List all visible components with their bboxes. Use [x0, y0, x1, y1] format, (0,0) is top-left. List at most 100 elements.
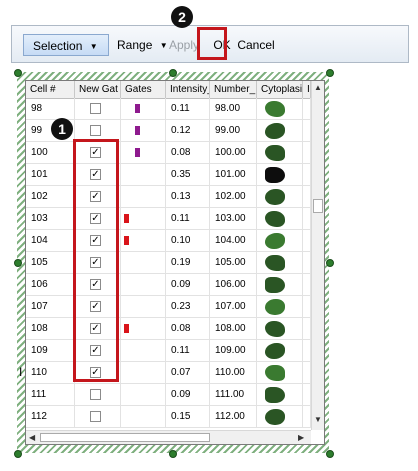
range-label: Range [117, 38, 153, 52]
cytoplasm-thumbnail-cell [257, 318, 303, 339]
table-row[interactable]: 106 ✓ 0.09 106.00 [26, 274, 311, 296]
table-row[interactable]: 109 ✓ 0.11 109.00 [26, 340, 311, 362]
selection-dropdown-button[interactable]: Selection ▼ [23, 34, 109, 56]
scroll-down-icon[interactable]: ▼ [314, 415, 322, 424]
range-dropdown-button[interactable]: Range ▼ [108, 34, 168, 56]
cell-image-thumbnail [265, 299, 285, 315]
new-gate-checkbox[interactable] [90, 411, 101, 422]
resize-handle-left[interactable] [14, 259, 22, 267]
cytoplasm-thumbnail-cell [257, 340, 303, 361]
gates-cell [121, 362, 166, 383]
gates-cell [121, 406, 166, 427]
extra-cell [303, 120, 311, 141]
cytoplasm-thumbnail-cell [257, 208, 303, 229]
extra-cell [303, 98, 311, 119]
scroll-left-icon[interactable]: ◀ [29, 433, 35, 442]
cell-image-thumbnail [265, 387, 285, 403]
intensity-value: 0.23 [166, 296, 210, 317]
number-value: 111.00 [210, 384, 257, 405]
ok-highlight-box [197, 27, 227, 60]
cell-image-thumbnail [265, 277, 285, 293]
gates-cell [121, 252, 166, 273]
new-gate-column-highlight-box [73, 139, 119, 382]
number-value: 112.00 [210, 406, 257, 427]
column-header-cytoplasm[interactable]: Cytoplasi [257, 81, 303, 98]
intensity-value: 0.09 [166, 274, 210, 295]
table-row[interactable]: 100 ✓ 0.08 100.00 [26, 142, 311, 164]
cell-image-thumbnail [265, 211, 285, 227]
intensity-value: 0.19 [166, 252, 210, 273]
intensity-value: 0.35 [166, 164, 210, 185]
new-gate-cell [75, 98, 121, 119]
resize-handle-bottom-left[interactable] [14, 450, 22, 458]
column-header-number[interactable]: Number_ [210, 81, 257, 98]
resize-handle-top-right[interactable] [326, 69, 334, 77]
table-row[interactable]: 111 0.09 111.00 [26, 384, 311, 406]
new-gate-checkbox[interactable] [90, 103, 101, 114]
column-header-extra[interactable]: I [303, 81, 311, 98]
resize-handle-bottom[interactable] [169, 450, 177, 458]
gates-cell [121, 186, 166, 207]
column-header-cell-number[interactable]: Cell # [26, 81, 75, 98]
intensity-value: 0.15 [166, 406, 210, 427]
vertical-scrollbar[interactable]: ▲ ▼ [311, 81, 324, 430]
new-gate-checkbox[interactable] [90, 389, 101, 400]
column-header-gates[interactable]: Gates [121, 81, 166, 98]
table-row[interactable]: 103 ✓ 0.11 103.00 [26, 208, 311, 230]
number-value: 100.00 [210, 142, 257, 163]
scroll-up-icon[interactable]: ▲ [314, 83, 322, 92]
cell-number-value: 98 [26, 98, 75, 119]
extra-cell [303, 340, 311, 361]
cell-number-value: 106 [26, 274, 75, 295]
grid-header: Cell # New Gat Gates Intensity_ Number_ … [26, 81, 311, 99]
gate-marker [124, 214, 129, 223]
cell-number-value: 111 [26, 384, 75, 405]
table-row[interactable]: 110 ✓ 0.07 110.00 [26, 362, 311, 384]
number-value: 102.00 [210, 186, 257, 207]
cell-image-thumbnail [265, 409, 285, 425]
table-row[interactable]: 101 ✓ 0.35 101.00 [26, 164, 311, 186]
table-row[interactable]: 112 0.15 112.00 [26, 406, 311, 428]
table-row[interactable]: 98 0.11 98.00 [26, 98, 311, 120]
cancel-button[interactable]: Cancel [232, 34, 280, 56]
resize-handle-bottom-right[interactable] [326, 450, 334, 458]
cytoplasm-thumbnail-cell [257, 186, 303, 207]
number-value: 103.00 [210, 208, 257, 229]
new-gate-cell [75, 120, 121, 141]
resize-handle-top[interactable] [169, 69, 177, 77]
cell-image-thumbnail [265, 255, 285, 271]
cell-image-thumbnail [265, 167, 285, 183]
resize-handle-top-left[interactable] [14, 69, 22, 77]
gates-cell [121, 142, 166, 163]
extra-cell [303, 186, 311, 207]
new-gate-cell [75, 406, 121, 427]
gate-marker [135, 104, 140, 113]
column-header-intensity[interactable]: Intensity_ [166, 81, 210, 98]
scroll-right-icon[interactable]: ▶ [298, 433, 304, 442]
column-header-new-gate[interactable]: New Gat [75, 81, 121, 98]
vertical-scroll-thumb[interactable] [313, 199, 323, 213]
resize-handle-right[interactable] [326, 259, 334, 267]
new-gate-checkbox[interactable] [90, 125, 101, 136]
table-row[interactable]: 104 ✓ 0.10 104.00 [26, 230, 311, 252]
cell-image-thumbnail [265, 101, 285, 117]
cell-number-value: 108 [26, 318, 75, 339]
table-row[interactable]: 102 ✓ 0.13 102.00 [26, 186, 311, 208]
extra-cell [303, 208, 311, 229]
cell-number-value: 110 [26, 362, 75, 383]
cell-image-thumbnail [265, 189, 285, 205]
cell-number-value: 105 [26, 252, 75, 273]
horizontal-scroll-thumb[interactable] [40, 433, 210, 442]
gates-cell [121, 274, 166, 295]
intensity-value: 0.09 [166, 384, 210, 405]
table-row[interactable]: 108 ✓ 0.08 108.00 [26, 318, 311, 340]
cytoplasm-thumbnail-cell [257, 230, 303, 251]
table-row[interactable]: 107 ✓ 0.23 107.00 [26, 296, 311, 318]
callout-badge-1: 1 [51, 118, 73, 140]
gates-cell [121, 230, 166, 251]
cell-number-value: 102 [26, 186, 75, 207]
gates-cell [121, 98, 166, 119]
table-row[interactable]: 105 ✓ 0.19 105.00 [26, 252, 311, 274]
number-value: 104.00 [210, 230, 257, 251]
horizontal-scrollbar[interactable]: ◀ ▶ [26, 430, 311, 444]
